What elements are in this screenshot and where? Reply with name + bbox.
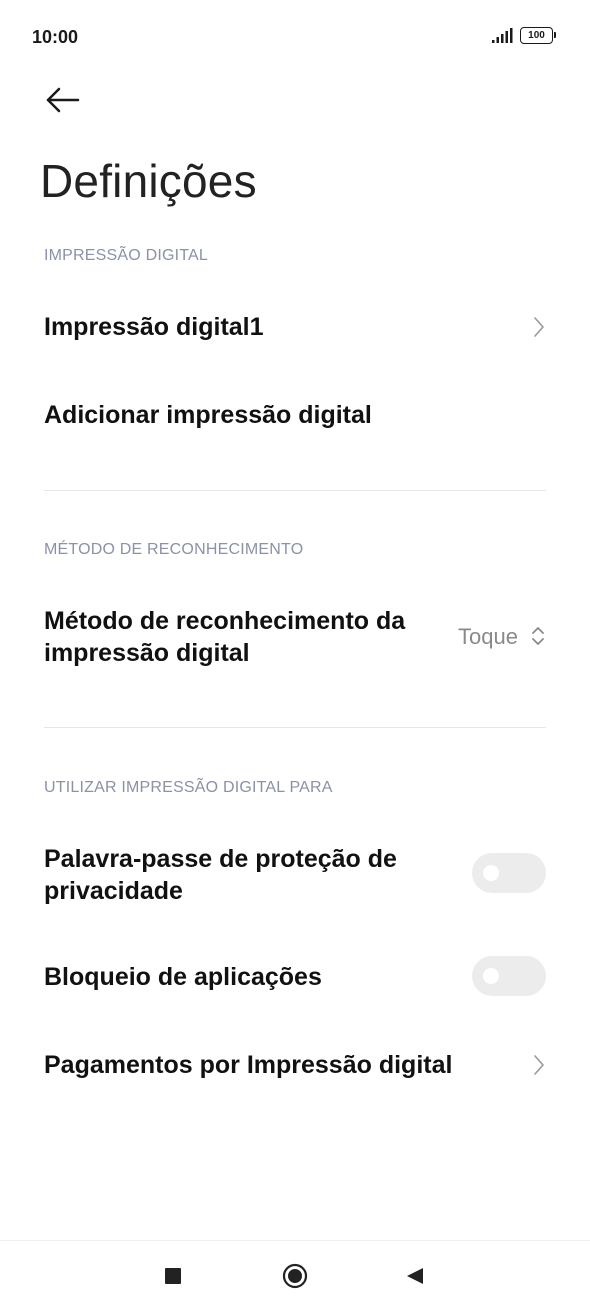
section-header-recognition: MÉTODO DE RECONHECIMENTO bbox=[44, 541, 304, 558]
privacy-password-toggle[interactable] bbox=[472, 853, 546, 893]
home-circle-icon[interactable] bbox=[282, 1263, 308, 1289]
fingerprint-payments-label: Pagamentos por Impressão digital bbox=[44, 1051, 453, 1079]
battery-level: 100 bbox=[520, 27, 553, 44]
privacy-password-row[interactable]: Palavra-passe de proteção de privacidade bbox=[0, 834, 590, 918]
section-header-use-for: UTILIZAR IMPRESSÃO DIGITAL PARA bbox=[44, 779, 333, 796]
divider bbox=[44, 490, 546, 491]
select-updown-icon bbox=[532, 627, 544, 645]
fingerprint-item-label: Impressão digital1 bbox=[44, 313, 264, 341]
divider bbox=[44, 727, 546, 728]
recents-square-icon[interactable] bbox=[165, 1268, 181, 1284]
add-fingerprint-row[interactable]: Adicionar impressão digital bbox=[0, 384, 590, 446]
back-button[interactable] bbox=[38, 80, 86, 120]
chevron-right-icon bbox=[534, 1055, 544, 1075]
toggle-knob bbox=[483, 865, 499, 881]
section-header-fingerprint: IMPRESSÃO DIGITAL bbox=[44, 247, 209, 264]
app-lock-toggle[interactable] bbox=[472, 956, 546, 996]
recognition-method-row[interactable]: Método de reconhecimento da impressão di… bbox=[0, 596, 590, 680]
signal-icon bbox=[492, 28, 513, 43]
fingerprint-item-row[interactable]: Impressão digital1 bbox=[0, 296, 590, 358]
app-lock-row[interactable]: Bloqueio de aplicações bbox=[0, 946, 590, 1008]
back-triangle-icon[interactable] bbox=[405, 1266, 425, 1286]
fingerprint-payments-row[interactable]: Pagamentos por Impressão digital bbox=[0, 1034, 590, 1096]
recognition-method-label-line2: impressão digital bbox=[44, 639, 250, 667]
privacy-password-label-line1: Palavra-passe de proteção de bbox=[44, 845, 397, 873]
privacy-password-label-line2: privacidade bbox=[44, 877, 183, 905]
add-fingerprint-label: Adicionar impressão digital bbox=[44, 401, 372, 429]
page-title: Definições bbox=[40, 155, 257, 207]
status-time: 10:00 bbox=[32, 27, 79, 47]
recognition-method-label-line1: Método de reconhecimento da bbox=[44, 607, 406, 635]
battery-icon: 100 bbox=[520, 27, 556, 44]
chevron-right-icon bbox=[534, 317, 544, 337]
recognition-method-value: Toque bbox=[458, 624, 518, 649]
arrow-left-icon bbox=[46, 87, 80, 113]
app-lock-label: Bloqueio de aplicações bbox=[44, 963, 322, 991]
toggle-knob bbox=[483, 968, 499, 984]
